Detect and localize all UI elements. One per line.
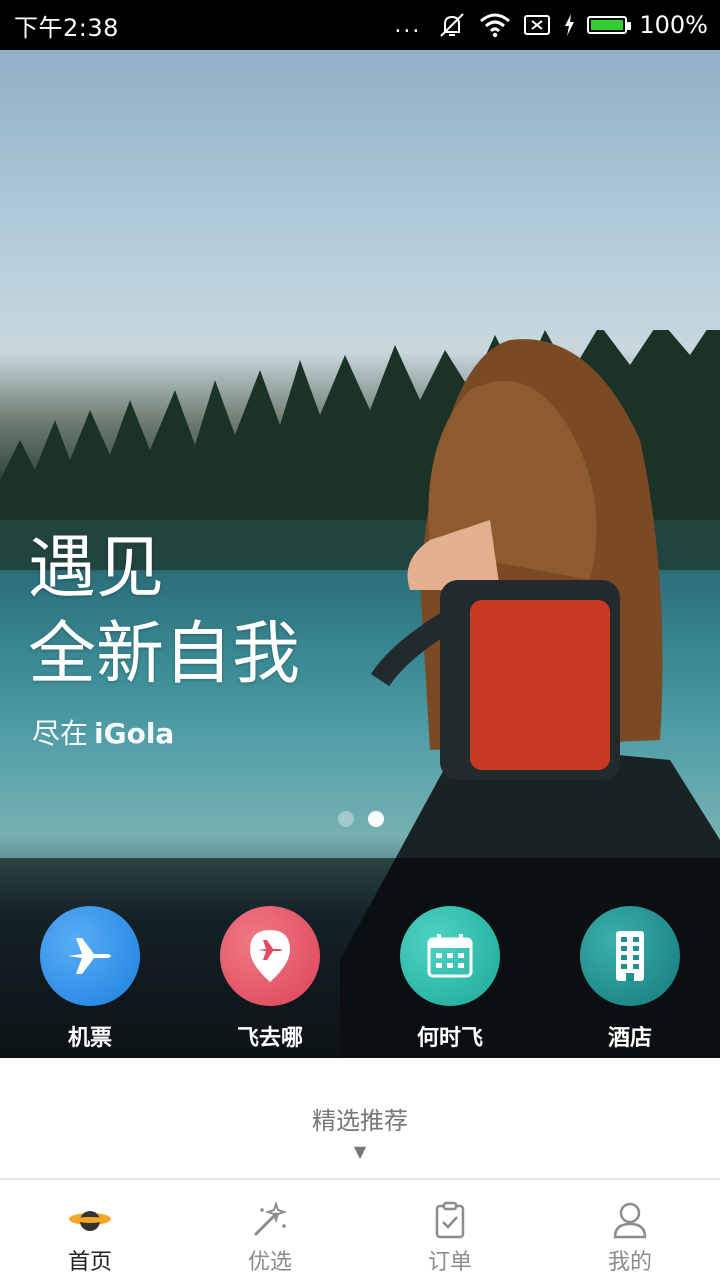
saturn-icon [69,1211,111,1231]
tab-home[interactable]: 首页 [30,1200,150,1276]
tab-orders-label: 订单 [427,1250,472,1275]
pager-dot-active[interactable] [368,811,384,827]
quick-nav-when-to-fly[interactable]: 何时飞 [385,906,515,1052]
quick-nav-hotels[interactable]: 酒店 [565,906,695,1052]
hero-subtitle-prefix: 尽在 [32,717,89,750]
pager-dot[interactable] [338,811,354,827]
featured-label: 精选推荐 [312,1107,408,1135]
more-dots-icon: ... [394,12,422,38]
quick-nav-where-to-fly[interactable]: 飞去哪 [205,906,335,1052]
featured-recommendations[interactable]: 精选推荐 ▼ [0,1058,720,1178]
sim-card-x-icon [524,15,551,35]
down-arrow-icon: ▼ [353,1142,367,1161]
hero-brand: iGola [94,717,175,750]
calendar-icon [427,934,473,978]
tab-featured[interactable]: 优选 [210,1200,330,1276]
quick-nav-where-to-fly-label: 飞去哪 [236,1026,303,1051]
tab-featured-label: 优选 [247,1250,292,1275]
user-icon [613,1202,647,1239]
status-time: 下午2:38 [14,13,119,42]
hero-title-line1: 遇见 [28,529,165,608]
tab-profile[interactable]: 我的 [570,1200,690,1276]
where-to-fly-circle [220,906,320,1006]
quick-nav-when-to-fly-label: 何时飞 [416,1026,483,1051]
tab-home-label: 首页 [67,1250,112,1275]
hero-title-line2: 全新自我 [28,615,301,694]
building-icon [616,931,644,981]
charging-bolt-icon [565,14,575,36]
flights-circle [40,906,140,1006]
quick-nav-flights[interactable]: 机票 [25,906,155,1052]
location-plane-icon [250,930,290,982]
wifi-icon [480,13,511,38]
quick-nav-flights-label: 机票 [67,1026,112,1051]
battery-icon [587,16,632,34]
tab-profile-label: 我的 [607,1250,652,1275]
status-bar: 下午2:38 ... 100% [0,0,720,50]
clipboard-check-icon [435,1201,465,1239]
airplane-icon [68,938,111,974]
magic-wand-icon [254,1202,288,1236]
carousel-pager [338,811,384,827]
hero-title: 遇见 全新自我 [28,526,300,698]
quick-nav-bar: 机票 飞去哪 何时飞 酒店 [0,858,720,1058]
hotels-circle [580,906,680,1006]
app-screen: 下午2:38 ... 100% 遇见 全新自我 尽在 iGola 机票 飞去哪 … [0,0,720,1280]
quick-nav-hotels-label: 酒店 [607,1026,652,1051]
battery-percent: 100% [639,11,708,39]
bottom-nav: 首页 优选 订单 我的 [0,1178,720,1280]
status-icons: ... 100% [394,10,708,40]
hero-subtitle: 尽在 iGola [32,712,174,752]
tab-orders[interactable]: 订单 [390,1200,510,1276]
mute-bell-icon [440,13,465,37]
when-to-fly-circle [400,906,500,1006]
